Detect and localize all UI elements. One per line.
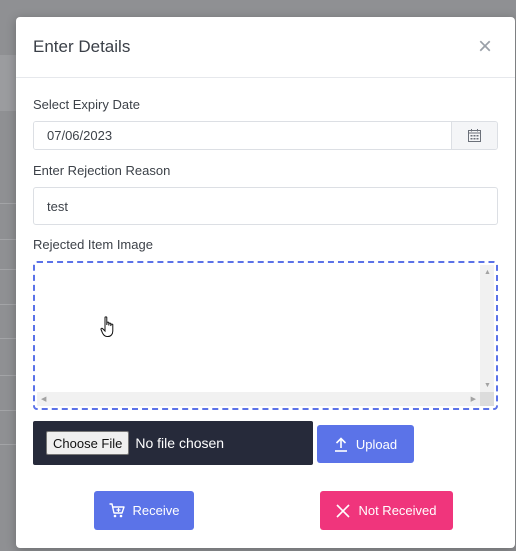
not-received-button[interactable]: Not Received	[320, 491, 453, 530]
scroll-up-arrow-icon[interactable]: ▲	[484, 269, 491, 276]
modal-header: Enter Details ×	[16, 17, 515, 78]
file-input[interactable]: Choose File No file chosen	[33, 421, 313, 465]
image-dropzone[interactable]: ▲ ▼ ◀ ▶	[33, 261, 498, 410]
upload-button-label: Upload	[355, 436, 398, 452]
scroll-down-arrow-icon[interactable]: ▼	[484, 382, 491, 389]
hand-pointer-cursor-icon	[100, 316, 114, 337]
file-status-text: No file chosen	[135, 435, 225, 451]
expiry-date-input[interactable]	[34, 122, 451, 149]
receive-button-label: Receive	[132, 503, 180, 518]
scroll-right-arrow-icon[interactable]: ▶	[471, 396, 476, 403]
receive-button[interactable]: Receive	[94, 491, 194, 530]
upload-icon	[334, 436, 347, 452]
expiry-date-group	[33, 121, 498, 150]
close-icon[interactable]: ×	[475, 35, 495, 59]
choose-file-button[interactable]: Choose File	[46, 431, 130, 455]
backdrop-divider	[0, 444, 16, 445]
x-icon	[336, 503, 351, 518]
backdrop-divider	[0, 203, 16, 204]
calendar-button[interactable]	[451, 122, 497, 149]
backdrop-divider	[0, 410, 16, 411]
backdrop-divider	[0, 338, 16, 339]
enter-details-modal: Enter Details × Select Expiry Date Enter…	[16, 17, 515, 548]
vertical-scrollbar[interactable]: ▲ ▼	[480, 265, 494, 393]
rejected-image-label: Rejected Item Image	[33, 237, 153, 252]
backdrop-divider	[0, 239, 16, 240]
scrollbar-corner	[480, 392, 494, 406]
backdrop-divider	[0, 375, 16, 376]
backdrop-panel	[0, 55, 16, 111]
horizontal-scrollbar[interactable]: ◀ ▶	[37, 392, 480, 406]
rejection-reason-label: Enter Rejection Reason	[33, 163, 171, 178]
not-received-button-label: Not Received	[358, 503, 437, 518]
calendar-icon	[468, 129, 481, 142]
upload-button[interactable]: Upload	[317, 425, 414, 463]
scroll-left-arrow-icon[interactable]: ◀	[41, 396, 46, 403]
expiry-date-label: Select Expiry Date	[33, 97, 140, 112]
backdrop-divider	[0, 304, 16, 305]
modal-title: Enter Details	[33, 37, 131, 56]
cart-add-icon	[109, 503, 125, 518]
rejection-reason-input[interactable]	[33, 187, 498, 225]
backdrop-divider	[0, 269, 16, 270]
